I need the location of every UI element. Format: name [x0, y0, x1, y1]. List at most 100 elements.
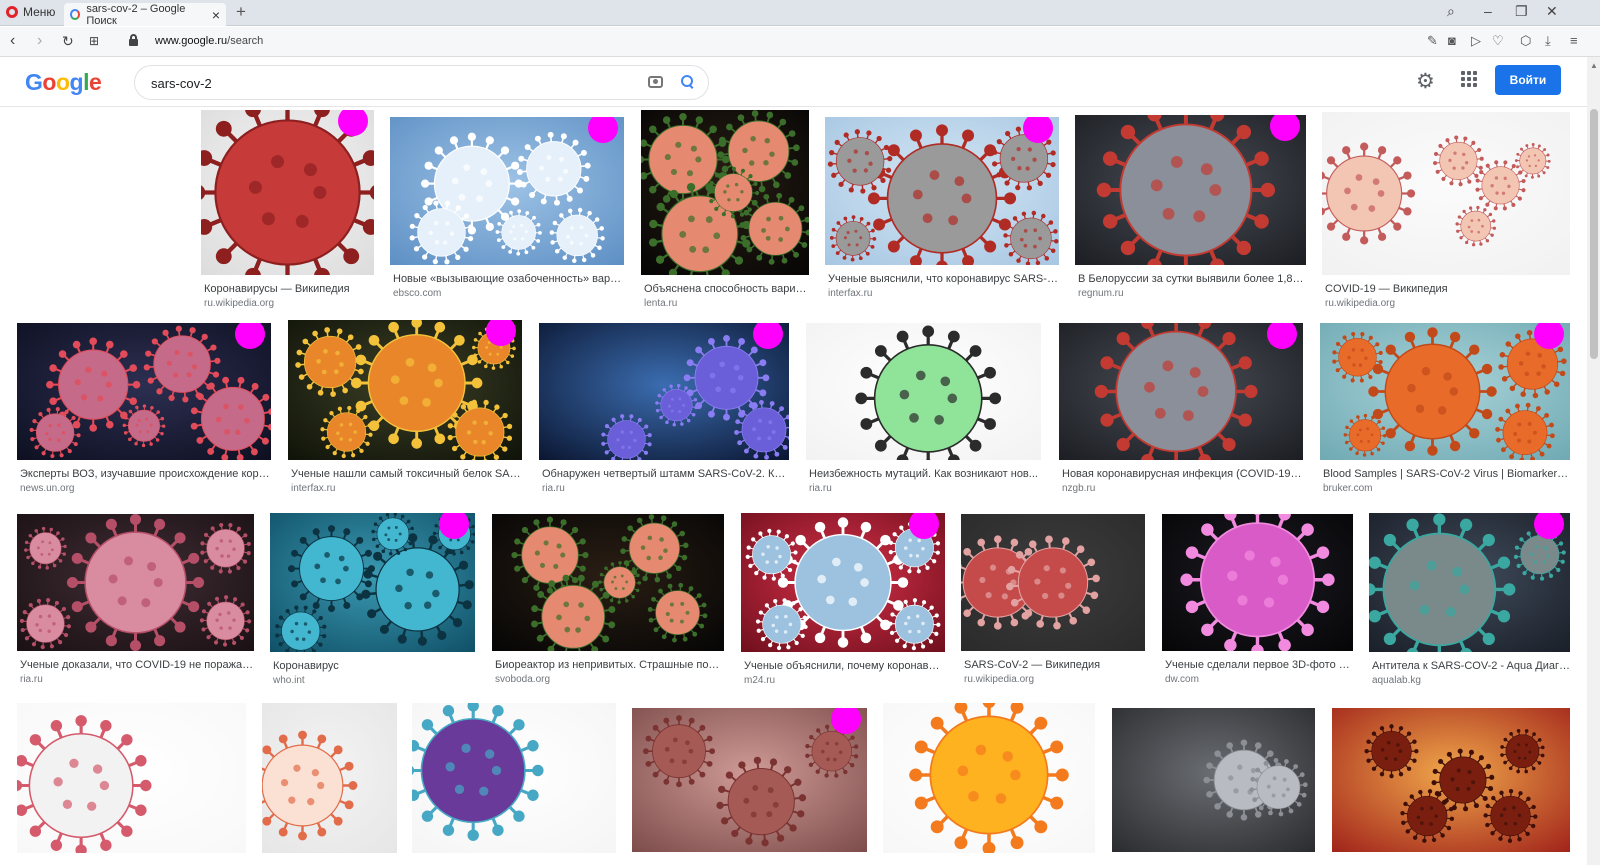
result-thumbnail[interactable] [17, 514, 254, 651]
result-thumbnail[interactable] [883, 703, 1095, 853]
image-result-card[interactable]: Эксперты ВОЗ, изучавшие происхождение ко… [17, 323, 271, 494]
image-result-card[interactable] [883, 703, 1095, 853]
image-result-card[interactable]: Ученые сделали первое 3D-фото ко... dw.co… [1162, 514, 1353, 685]
result-thumbnail[interactable] [961, 514, 1145, 651]
search-icon[interactable] [681, 75, 693, 87]
result-title[interactable]: Объяснена способность вариа... [641, 283, 809, 295]
result-title[interactable]: Обнаружен четвертый штамм SARS-CoV-2. Ко… [539, 468, 789, 480]
result-thumbnail[interactable] [17, 323, 271, 460]
opera-menu-button[interactable]: Меню [6, 5, 55, 19]
result-title[interactable]: В Белоруссии за сутки выявили более 1,8 … [1075, 273, 1306, 285]
minimize-icon[interactable]: ‒ [1484, 3, 1492, 19]
result-title[interactable]: Коронавирусы — Википедия [201, 283, 374, 295]
image-result-card[interactable]: Коронавирус who.int [270, 513, 475, 686]
lock-icon[interactable] [129, 34, 138, 46]
result-thumbnail[interactable] [1162, 514, 1353, 651]
restore-icon[interactable]: ❐ [1515, 3, 1528, 20]
image-result-card[interactable]: Объяснена способность вариа... lenta.ru [641, 110, 809, 309]
image-result-card[interactable]: Обнаружен четвертый штамм SARS-CoV-2. Ко… [539, 323, 789, 494]
result-thumbnail[interactable] [641, 110, 809, 275]
google-apps-icon[interactable] [1461, 71, 1477, 87]
image-result-card[interactable] [632, 708, 867, 852]
speed-dial-icon[interactable]: ⊞ [89, 34, 99, 48]
result-thumbnail[interactable] [1369, 513, 1570, 652]
result-title[interactable]: Биореактор из непривитых. Страшные пото.… [492, 659, 724, 671]
image-result-card[interactable]: Ученые нашли самый токсичный белок SARS.… [288, 320, 522, 494]
image-result-card[interactable]: Ученые доказали, что COVID-19 не поражае… [17, 514, 254, 685]
image-result-card[interactable]: Blood Samples | SARS-CoV-2 Virus | Bioma… [1320, 323, 1570, 494]
result-title[interactable]: Неизбежность мутаций. Как возникают нов.… [806, 468, 1041, 480]
image-result-card[interactable]: Антитела к SARS-COV-2 - Aqua Диагнос... a… [1369, 513, 1570, 686]
image-result-card[interactable]: Ученые объяснили, почему коронавир... m24… [741, 513, 945, 686]
result-title[interactable]: COVID-19 — Википедия [1322, 283, 1570, 295]
image-result-card[interactable]: Биореактор из непривитых. Страшные пото.… [492, 514, 724, 685]
result-thumbnail[interactable] [1059, 323, 1303, 460]
settings-gear-icon[interactable]: ⚙ [1416, 69, 1435, 94]
result-thumbnail[interactable] [412, 703, 616, 853]
result-title[interactable]: Ученые нашли самый токсичный белок SARS.… [288, 468, 522, 480]
result-thumbnail[interactable] [1320, 323, 1570, 460]
search-input[interactable]: sars-cov-2 [151, 76, 212, 91]
result-title[interactable]: Ученые доказали, что COVID-19 не поражае… [17, 659, 254, 671]
result-thumbnail[interactable] [825, 117, 1059, 265]
image-result-card[interactable] [1332, 708, 1570, 852]
result-thumbnail[interactable] [288, 320, 522, 460]
easy-setup-icon[interactable]: ≡ [1570, 33, 1578, 48]
image-result-card[interactable] [412, 703, 616, 853]
google-logo[interactable]: Google [25, 69, 102, 96]
result-title[interactable]: SARS-CoV-2 — Википедия [961, 659, 1145, 671]
scrollbar-thumb[interactable] [1590, 109, 1598, 359]
result-thumbnail[interactable] [1112, 708, 1315, 852]
tab-close-icon[interactable]: × [212, 7, 220, 23]
send-icon[interactable]: ▷ [1471, 33, 1481, 49]
back-icon[interactable]: ‹ [10, 32, 15, 50]
result-thumbnail[interactable] [1322, 112, 1570, 275]
image-result-card[interactable] [17, 703, 246, 853]
camera-snapshot-icon[interactable]: ◙ [1448, 33, 1456, 48]
result-title[interactable]: Антитела к SARS-COV-2 - Aqua Диагнос... [1369, 660, 1570, 672]
image-result-card[interactable]: Ученые выяснили, что коронавирус SARS-Co… [825, 117, 1059, 299]
download-icon[interactable]: ⤓ [1545, 33, 1551, 49]
tab-search-icon[interactable]: ⌕ [1447, 3, 1455, 20]
search-box[interactable]: sars-cov-2 [134, 65, 709, 100]
result-thumbnail[interactable] [1075, 115, 1306, 265]
image-result-card[interactable] [1112, 708, 1315, 852]
image-result-card[interactable] [262, 703, 397, 853]
cube-icon[interactable]: ⬡ [1520, 33, 1531, 49]
result-thumbnail[interactable] [262, 703, 397, 853]
page-scrollbar[interactable]: ▲ [1587, 57, 1600, 865]
result-thumbnail[interactable] [539, 323, 789, 460]
result-title[interactable]: Коронавирус [270, 660, 475, 672]
heart-icon[interactable]: ♡ [1492, 33, 1504, 49]
edit-icon[interactable]: ✎ [1427, 33, 1438, 49]
image-result-card[interactable]: Коронавирусы — Википедия ru.wikipedia.org [201, 110, 374, 309]
image-result-card[interactable]: COVID-19 — Википедия ru.wikipedia.org [1322, 112, 1570, 309]
result-thumbnail[interactable] [741, 513, 945, 652]
result-thumbnail[interactable] [632, 708, 867, 852]
result-thumbnail[interactable] [390, 117, 624, 265]
scroll-up-arrow-icon[interactable]: ▲ [1590, 61, 1598, 70]
result-title[interactable]: Новая коронавирусная инфекция (COVID-19 … [1059, 468, 1303, 480]
new-tab-icon[interactable]: + [236, 2, 246, 22]
close-window-icon[interactable]: ✕ [1546, 3, 1558, 20]
image-result-card[interactable]: Неизбежность мутаций. Как возникают нов.… [806, 323, 1041, 494]
url-field[interactable]: www.google.ru/search [155, 35, 263, 47]
result-thumbnail[interactable] [806, 323, 1041, 460]
forward-icon[interactable]: › [37, 32, 42, 50]
result-title[interactable]: Ученые выяснили, что коронавирус SARS-Co… [825, 273, 1059, 285]
result-title[interactable]: Blood Samples | SARS-CoV-2 Virus | Bioma… [1320, 468, 1570, 480]
result-title[interactable]: Ученые объяснили, почему коронавир... [741, 660, 945, 672]
result-title[interactable]: Ученые сделали первое 3D-фото ко... [1162, 659, 1353, 671]
image-result-card[interactable]: В Белоруссии за сутки выявили более 1,8 … [1075, 115, 1306, 299]
result-title[interactable]: Новые «вызывающие озабоченность» вариан.… [390, 273, 624, 285]
image-result-card[interactable]: SARS-CoV-2 — Википедия ru.wikipedia.org [961, 514, 1145, 685]
result-title[interactable]: Эксперты ВОЗ, изучавшие происхождение ко… [17, 468, 271, 480]
result-thumbnail[interactable] [17, 703, 246, 853]
reload-icon[interactable]: ↻ [62, 33, 74, 50]
browser-tab-active[interactable]: sars-cov-2 – Google Поиск × [64, 3, 226, 27]
search-by-image-icon[interactable] [648, 76, 663, 88]
result-thumbnail[interactable] [492, 514, 724, 651]
result-thumbnail[interactable] [1332, 708, 1570, 852]
result-thumbnail[interactable] [270, 513, 475, 652]
signin-button[interactable]: Войти [1495, 65, 1561, 95]
